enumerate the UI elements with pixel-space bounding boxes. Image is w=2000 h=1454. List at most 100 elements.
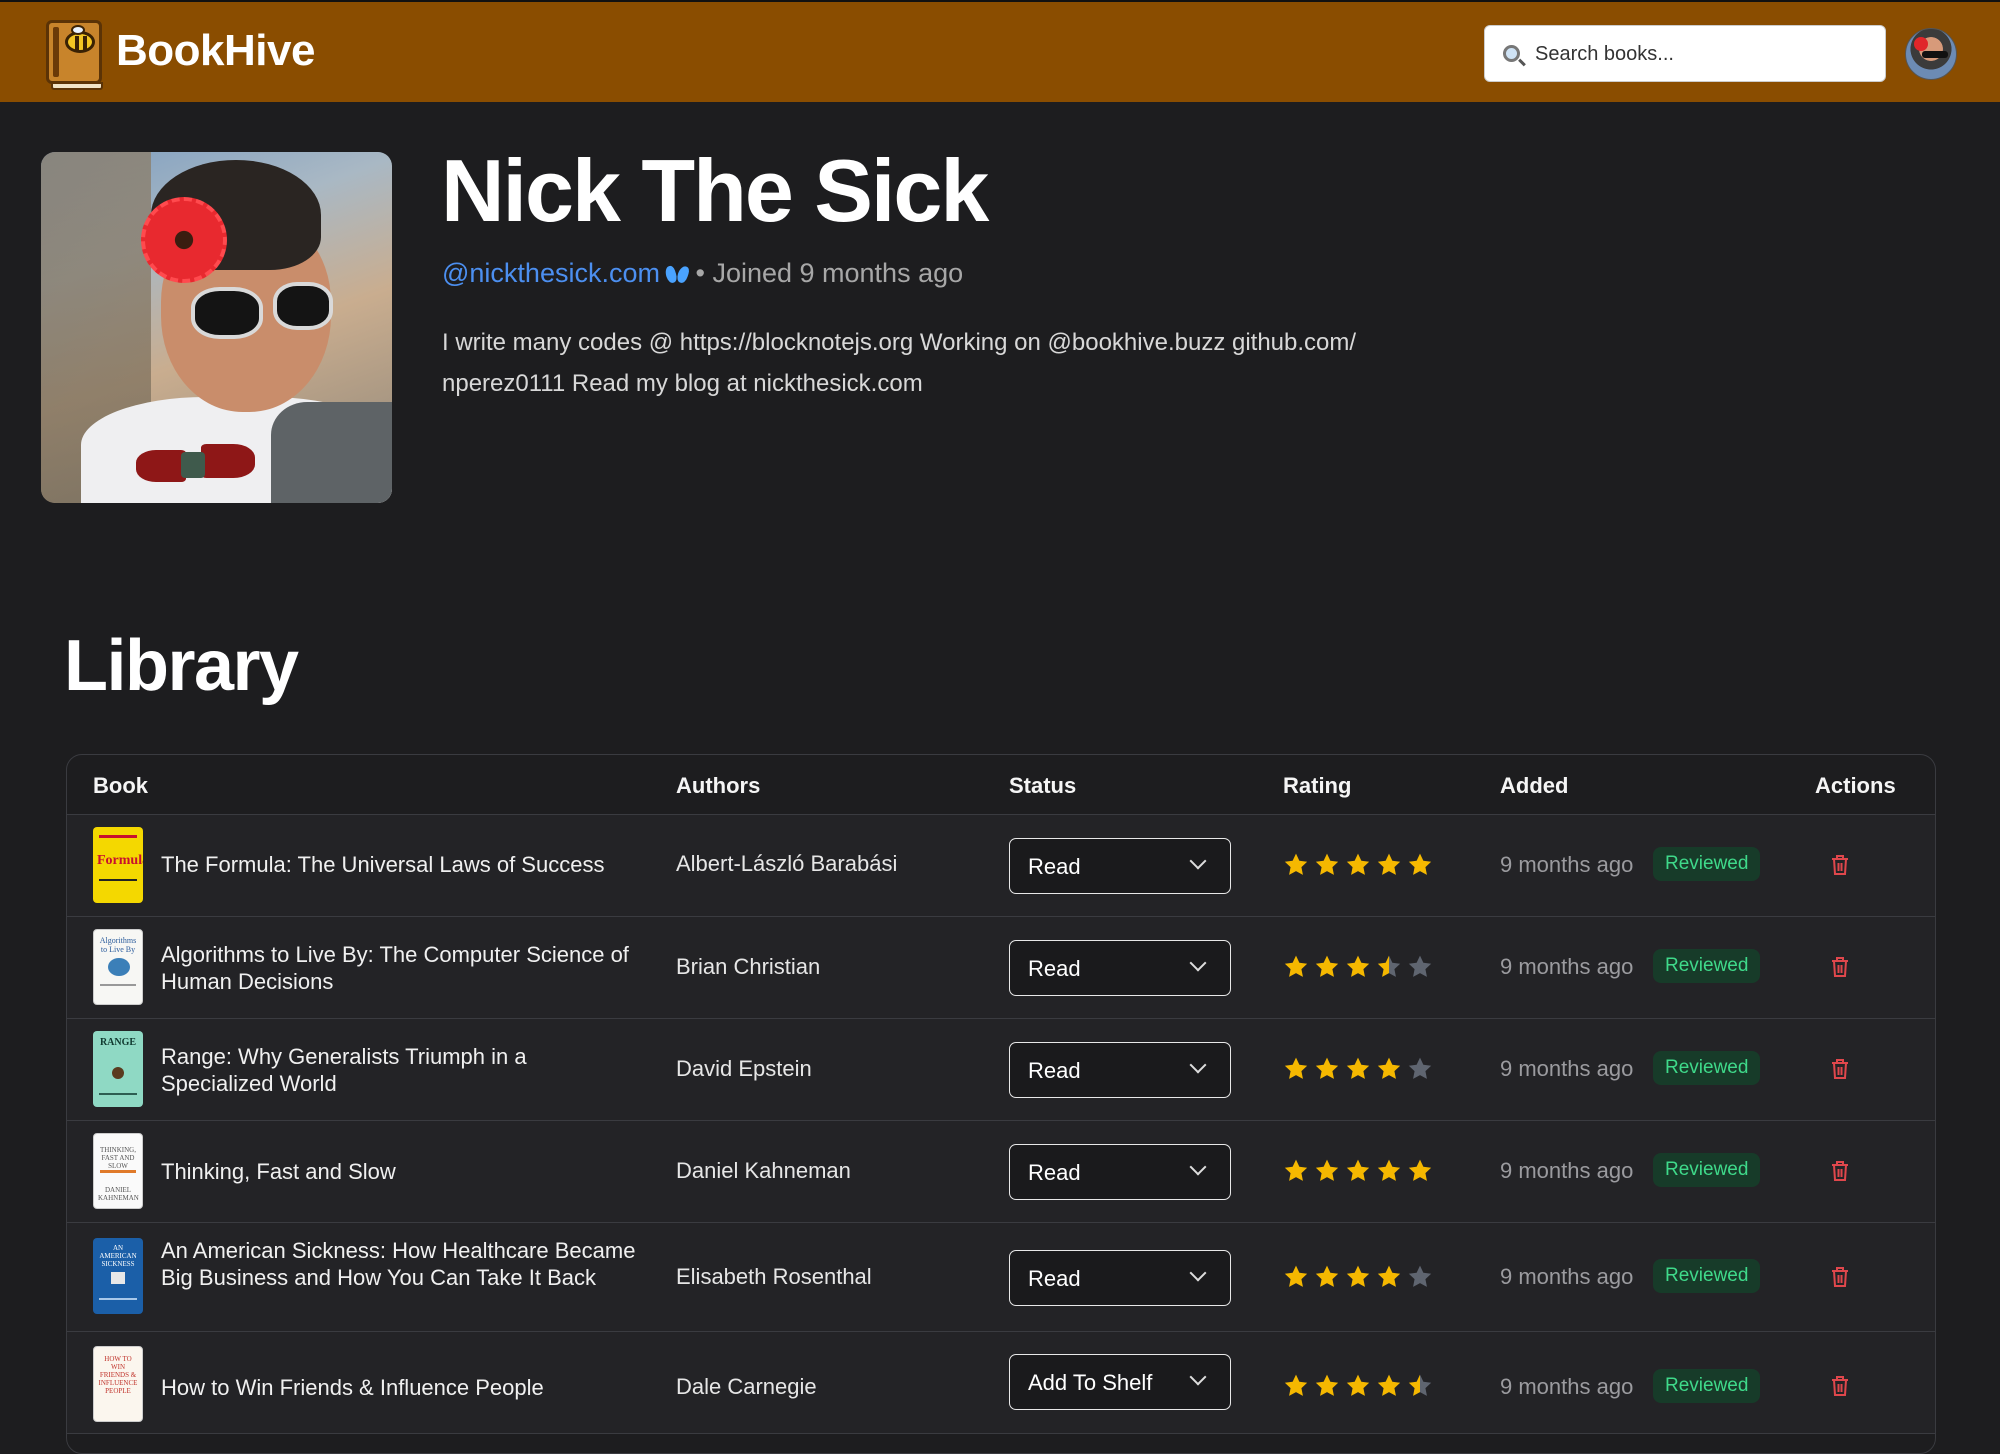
reviewed-badge[interactable]: Reviewed [1653, 1051, 1761, 1085]
search-box[interactable] [1484, 25, 1886, 82]
search-input[interactable] [1535, 36, 1875, 72]
status-value: Read [1028, 854, 1081, 879]
book-cover[interactable]: Formula [93, 827, 143, 903]
table-header: Book Authors Status Rating Added Actions [67, 755, 1935, 815]
bookhive-logo-icon[interactable] [46, 20, 103, 90]
reviewed-badge[interactable]: Reviewed [1653, 949, 1761, 983]
book-title[interactable]: The Formula: The Universal Laws of Succe… [161, 851, 641, 878]
table-row[interactable]: HOW TO WIN FRIENDS & INFLUENCE PEOPLE Ho… [67, 1332, 1935, 1434]
added-date: 9 months ago [1500, 852, 1634, 877]
star-icon[interactable] [1283, 1158, 1309, 1184]
reviewed-badge[interactable]: Reviewed [1653, 1369, 1761, 1403]
star-icon[interactable] [1345, 852, 1371, 878]
profile-meta: @nickthesick.com • Joined 9 months ago [442, 258, 963, 289]
column-header-book[interactable]: Book [93, 773, 148, 799]
star-icon[interactable] [1283, 954, 1309, 980]
status-dropdown[interactable]: Read [1009, 838, 1231, 894]
star-icon[interactable] [1376, 1056, 1402, 1082]
chevron-down-icon [1189, 954, 1207, 972]
book-cover[interactable]: HOW TO WIN FRIENDS & INFLUENCE PEOPLE [93, 1346, 143, 1422]
star-icon[interactable] [1314, 1373, 1340, 1399]
star-icon[interactable] [1345, 1158, 1371, 1184]
star-icon[interactable] [1314, 954, 1340, 980]
star-icon[interactable] [1376, 1264, 1402, 1290]
book-title[interactable]: Algorithms to Live By: The Computer Scie… [161, 941, 641, 995]
chevron-down-icon [1189, 1264, 1207, 1282]
reviewed-badge[interactable]: Reviewed [1653, 847, 1761, 881]
column-header-authors[interactable]: Authors [676, 773, 760, 799]
star-icon[interactable] [1376, 852, 1402, 878]
trash-icon[interactable] [1831, 1058, 1849, 1080]
star-icon[interactable] [1283, 1056, 1309, 1082]
book-cover[interactable]: AN AMERICAN SICKNESS [93, 1238, 143, 1314]
star-icon[interactable] [1376, 1373, 1402, 1399]
book-author[interactable]: Elisabeth Rosenthal [676, 1264, 872, 1290]
brand-name[interactable]: BookHive [116, 26, 315, 76]
book-cover[interactable]: Algorithms to Live By [93, 929, 143, 1005]
star-icon[interactable] [1376, 954, 1402, 980]
book-title[interactable]: An American Sickness: How Healthcare Bec… [161, 1237, 641, 1291]
profile-handle-link[interactable]: @nickthesick.com [442, 258, 660, 288]
status-value: Read [1028, 956, 1081, 981]
profile-photo [41, 152, 392, 503]
chevron-down-icon [1189, 1368, 1207, 1386]
book-title[interactable]: Thinking, Fast and Slow [161, 1158, 641, 1185]
star-icon[interactable] [1345, 1056, 1371, 1082]
star-icon[interactable] [1407, 1158, 1433, 1184]
user-avatar[interactable] [1905, 28, 1957, 80]
table-row[interactable]: RANGE Range: Why Generalists Triumph in … [67, 1019, 1935, 1121]
star-icon[interactable] [1407, 1373, 1433, 1399]
trash-icon[interactable] [1831, 1266, 1849, 1288]
reviewed-badge[interactable]: Reviewed [1653, 1153, 1761, 1187]
book-author[interactable]: Albert-László Barabási [676, 851, 897, 877]
library-heading: Library [64, 626, 299, 706]
star-icon[interactable] [1345, 1264, 1371, 1290]
trash-icon[interactable] [1831, 956, 1849, 978]
star-icon[interactable] [1283, 852, 1309, 878]
trash-icon[interactable] [1831, 1160, 1849, 1182]
search-icon [1503, 45, 1520, 62]
star-icon[interactable] [1345, 1373, 1371, 1399]
status-dropdown[interactable]: Read [1009, 1250, 1231, 1306]
book-cover[interactable]: RANGE [93, 1031, 143, 1107]
trash-icon[interactable] [1831, 854, 1849, 876]
star-icon[interactable] [1407, 954, 1433, 980]
star-icon[interactable] [1376, 1158, 1402, 1184]
butterfly-icon [666, 266, 688, 284]
reviewed-badge[interactable]: Reviewed [1653, 1259, 1761, 1293]
star-icon[interactable] [1283, 1264, 1309, 1290]
table-row[interactable]: THINKING, FAST AND SLOW DANIEL KAHNEMAN … [67, 1121, 1935, 1223]
star-icon[interactable] [1407, 852, 1433, 878]
status-dropdown[interactable]: Add To Shelf [1009, 1354, 1231, 1410]
star-icon[interactable] [1407, 1264, 1433, 1290]
star-icon[interactable] [1283, 1373, 1309, 1399]
column-header-added[interactable]: Added [1500, 773, 1568, 799]
star-icon[interactable] [1345, 954, 1371, 980]
table-row[interactable]: Formula The Formula: The Universal Laws … [67, 815, 1935, 917]
star-icon[interactable] [1407, 1056, 1433, 1082]
library-table: Book Authors Status Rating Added Actions… [66, 754, 1936, 1454]
book-author[interactable]: Daniel Kahneman [676, 1158, 851, 1184]
book-cover[interactable]: THINKING, FAST AND SLOW DANIEL KAHNEMAN [93, 1133, 143, 1209]
profile-name: Nick The Sick [441, 141, 989, 240]
book-title[interactable]: How to Win Friends & Influence People [161, 1374, 641, 1401]
table-row[interactable]: AN AMERICAN SICKNESS An American Sicknes… [67, 1223, 1935, 1332]
trash-icon[interactable] [1831, 1375, 1849, 1397]
joined-date: Joined 9 months ago [712, 258, 964, 288]
table-row[interactable]: Algorithms to Live By Algorithms to Live… [67, 917, 1935, 1019]
chevron-down-icon [1189, 852, 1207, 870]
book-author[interactable]: Brian Christian [676, 954, 820, 980]
status-dropdown[interactable]: Read [1009, 940, 1231, 996]
star-icon[interactable] [1314, 1264, 1340, 1290]
column-header-rating[interactable]: Rating [1283, 773, 1351, 799]
star-icon[interactable] [1314, 1158, 1340, 1184]
star-icon[interactable] [1314, 852, 1340, 878]
book-author[interactable]: David Epstein [676, 1056, 812, 1082]
book-author[interactable]: Dale Carnegie [676, 1374, 817, 1400]
status-dropdown[interactable]: Read [1009, 1144, 1231, 1200]
status-dropdown[interactable]: Read [1009, 1042, 1231, 1098]
book-title[interactable]: Range: Why Generalists Triumph in a Spec… [161, 1043, 641, 1097]
column-header-status[interactable]: Status [1009, 773, 1076, 799]
star-icon[interactable] [1314, 1056, 1340, 1082]
meta-separator: • [695, 258, 705, 288]
